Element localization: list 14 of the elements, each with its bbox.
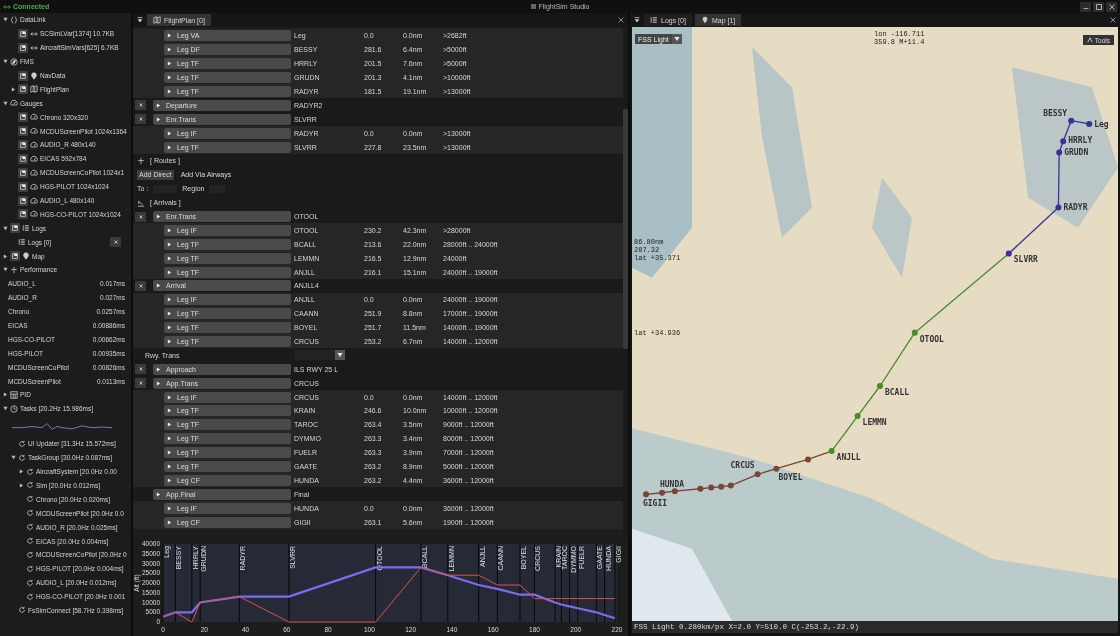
waypoint-label: BCALL (885, 388, 910, 398)
waypoint-label: HUNDA (660, 479, 685, 489)
waypoint-label: OTOOL (919, 334, 944, 344)
waypoint-label: RADYR (1063, 203, 1088, 213)
waypoint-label: GRUDN (1064, 148, 1089, 158)
waypoint-label: SLVRR (1013, 254, 1038, 264)
waypoint-label: BESSY (1043, 108, 1068, 118)
waypoint-label: HRRLY (1068, 136, 1093, 146)
waypoint-label: ANJLL (836, 453, 861, 463)
waypoint-label: LEMMN (862, 418, 887, 428)
waypoint-label: Leg (1094, 119, 1109, 129)
waypoint-label: BOYEL (778, 472, 803, 482)
waypoint-label: CRCUS (730, 461, 755, 471)
waypoint-label: GIGII (643, 499, 668, 509)
